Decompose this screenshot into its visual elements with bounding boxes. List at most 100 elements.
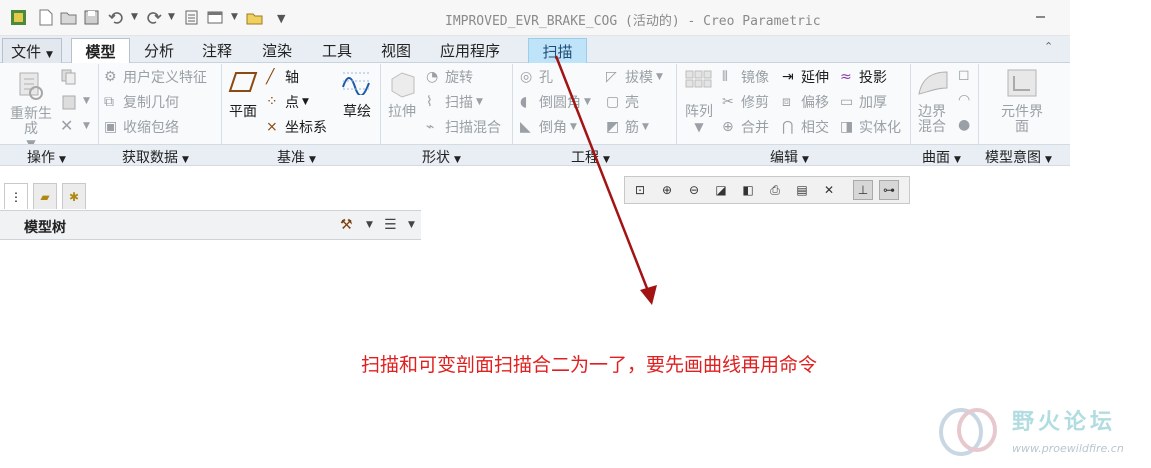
axis-icon: ╱ [266, 69, 275, 85]
tab-analysis[interactable]: 分析 [132, 38, 186, 63]
project-icon: ≈ [840, 69, 852, 85]
tab-sweep[interactable]: 扫描 [528, 38, 587, 63]
copy-icon[interactable] [60, 68, 78, 86]
tree-columns-dropdown-icon[interactable]: ▼ [408, 220, 415, 230]
component-interface-button[interactable]: 元件界面 [998, 105, 1046, 135]
extrude-icon [391, 72, 415, 98]
tree-columns-icon[interactable]: ☰ [384, 217, 397, 233]
annotation-display-icon[interactable]: ⊥ [853, 180, 873, 200]
tab-render[interactable]: 渲染 [250, 38, 304, 63]
redo-dropdown-icon[interactable]: ▼ [168, 12, 175, 22]
pattern-button[interactable]: 阵列 ▼ [679, 105, 719, 135]
zoom-out-icon[interactable]: ⊖ [684, 180, 704, 200]
app-logo-icon [11, 10, 26, 25]
minimize-icon[interactable] [1036, 16, 1045, 18]
tab-applications[interactable]: 应用程序 [427, 38, 513, 63]
copy-geometry-button[interactable]: ⧉ 复制几何 [104, 92, 179, 112]
windows-dropdown-icon[interactable]: ▼ [231, 12, 238, 22]
plane-button[interactable]: 平面 [224, 105, 262, 120]
extrude-button[interactable]: 拉伸 [382, 105, 422, 120]
group-engineering[interactable]: 工程 ▼ [571, 147, 610, 167]
delete-dropdown-icon[interactable]: ▼ [83, 121, 90, 131]
solidify-button[interactable]: ◨ 实体化 [840, 117, 901, 137]
revolve-icon: ◔ [426, 69, 439, 85]
close-window-icon[interactable] [246, 9, 263, 26]
tab-file[interactable]: 文件 ▼ [2, 38, 62, 63]
trim-button[interactable]: ✂ 修剪 [722, 92, 769, 112]
boundary-blend-button[interactable]: 边界混合 [912, 105, 952, 135]
csys-button[interactable]: ⨯ 坐标系 [266, 117, 327, 137]
spin-center-icon[interactable]: ⊶ [879, 180, 899, 200]
extend-icon: ⇥ [782, 69, 794, 85]
group-model-intent[interactable]: 模型意图 ▼ [985, 147, 1052, 167]
tab-model[interactable]: 模型 [71, 38, 130, 64]
mirror-button[interactable]: ⫴ 镜像 [722, 67, 769, 87]
fill-icon[interactable]: ◻ [958, 67, 970, 83]
favorites-tab-icon[interactable]: ✱ [62, 183, 86, 209]
extend-button[interactable]: ⇥ 延伸 [782, 67, 829, 87]
swept-blend-button[interactable]: ⌁ 扫描混合 [426, 117, 501, 137]
customize-toolbar-icon[interactable]: ▼ [277, 12, 285, 25]
redo-icon[interactable] [145, 9, 162, 26]
boundary-blend-icon [918, 71, 948, 95]
revolve-button[interactable]: ◔ 旋转 [426, 67, 473, 87]
group-editing[interactable]: 编辑 ▼ [770, 147, 809, 167]
sweep-button[interactable]: ⌇ 扫描 ▼ [426, 92, 483, 112]
folder-browser-tab-icon[interactable]: ▰ [33, 183, 57, 209]
trim-icon: ✂ [722, 94, 734, 110]
component-interface-icon [1007, 69, 1037, 97]
draft-button[interactable]: ◸ 拔模 ▼ [606, 67, 663, 87]
freestyle-icon[interactable]: ● [958, 117, 970, 133]
open-folder-icon[interactable] [60, 9, 77, 26]
undo-icon[interactable] [108, 9, 125, 26]
repaint-icon[interactable]: ◪ [711, 180, 731, 200]
paste-dropdown-icon[interactable]: ▼ [83, 96, 90, 106]
intersect-button[interactable]: ⋂ 相交 [782, 117, 829, 137]
group-datum[interactable]: 基准 ▼ [277, 147, 316, 167]
view-manager-icon[interactable]: ▤ [792, 180, 812, 200]
shrinkwrap-button[interactable]: ▣ 收缩包络 [104, 117, 179, 137]
merge-button[interactable]: ⊕ 合并 [722, 117, 769, 137]
axis-button[interactable]: ╱ 轴 [266, 67, 299, 87]
model-tree-tab-icon[interactable]: ⋮ [4, 183, 28, 209]
offset-button[interactable]: ⧈ 偏移 [782, 92, 829, 112]
udf-button[interactable]: ⚙ 用户定义特征 [104, 67, 207, 87]
refit-icon[interactable]: ⊡ [630, 180, 650, 200]
round-button[interactable]: ◖ 倒圆角 ▼ [520, 92, 591, 112]
display-style-icon[interactable]: ◧ [738, 180, 758, 200]
tree-settings-icon[interactable]: ⚒ [340, 217, 353, 233]
paste-icon[interactable] [60, 93, 78, 111]
delete-icon[interactable]: ✕ [60, 116, 73, 135]
saved-orientations-icon[interactable]: ⎙ [765, 180, 785, 200]
group-get-data[interactable]: 获取数据 ▼ [122, 147, 189, 167]
tab-view[interactable]: 视图 [370, 38, 422, 63]
hole-button[interactable]: ◎ 孔 [520, 67, 553, 87]
shell-button[interactable]: ▢ 壳 [606, 92, 639, 112]
thicken-button[interactable]: ▭ 加厚 [840, 92, 887, 112]
collapse-ribbon-icon[interactable]: ⌃ [1044, 40, 1053, 53]
sketch-icon [342, 72, 371, 95]
regenerate-icon[interactable] [183, 9, 200, 26]
datum-display-filters-icon[interactable]: ✕ [819, 180, 839, 200]
chamfer-button[interactable]: ◣ 倒角 ▼ [520, 117, 577, 137]
project-button[interactable]: ≈ 投影 [840, 67, 887, 87]
windows-icon[interactable] [207, 9, 224, 26]
tree-settings-dropdown-icon[interactable]: ▼ [366, 220, 373, 230]
group-shapes[interactable]: 形状 ▼ [422, 147, 461, 167]
style-icon[interactable]: ◠ [958, 92, 970, 108]
tab-tools[interactable]: 工具 [310, 38, 364, 63]
merge-icon: ⊕ [722, 119, 734, 135]
group-operations[interactable]: 操作 ▼ [27, 147, 66, 167]
new-file-icon[interactable] [37, 9, 54, 26]
zoom-in-icon[interactable]: ⊕ [657, 180, 677, 200]
point-button[interactable]: ⁘ 点 ▼ [266, 92, 309, 112]
udf-icon: ⚙ [104, 69, 117, 85]
tab-annotate[interactable]: 注释 [190, 38, 244, 63]
sketch-button[interactable]: 草绘 [338, 105, 376, 120]
rib-button[interactable]: ◩ 筋 ▼ [606, 117, 649, 137]
round-icon: ◖ [520, 94, 528, 110]
save-icon[interactable] [83, 9, 100, 26]
undo-dropdown-icon[interactable]: ▼ [131, 12, 138, 22]
thicken-icon: ▭ [840, 94, 854, 110]
group-surfaces[interactable]: 曲面 ▼ [922, 147, 961, 167]
